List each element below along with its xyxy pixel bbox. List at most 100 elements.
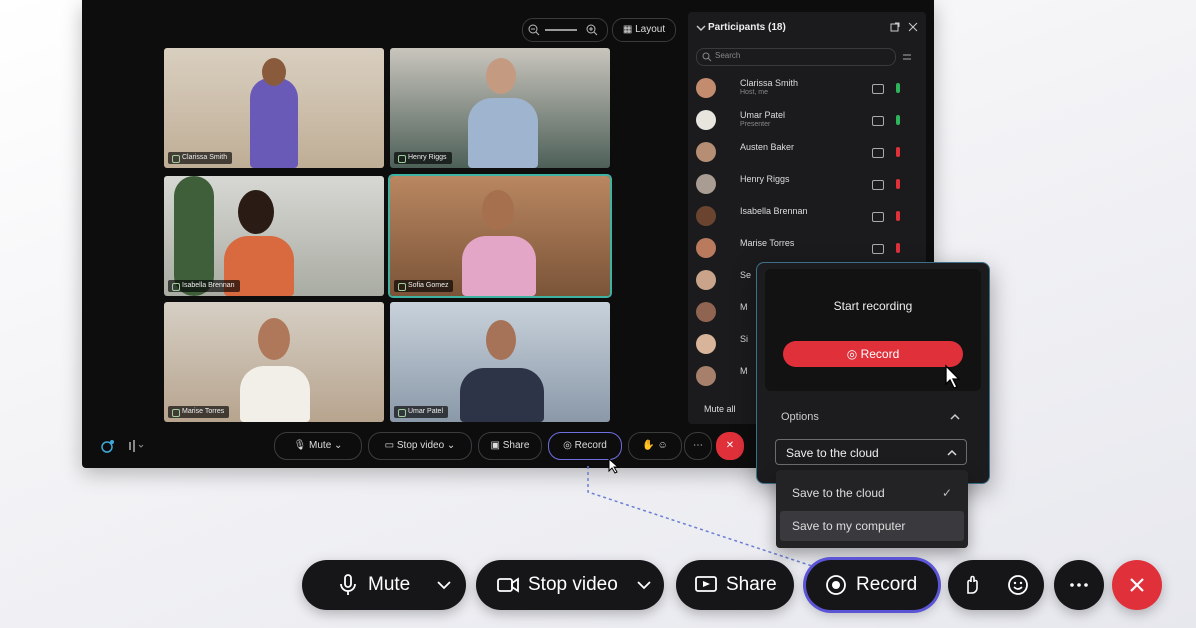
- zoom-out-icon[interactable]: [527, 23, 541, 37]
- search-icon: [702, 52, 712, 62]
- end-call-button[interactable]: ✕: [716, 432, 744, 460]
- close-icon[interactable]: [908, 22, 918, 32]
- participants-title: Participants (18): [708, 22, 786, 33]
- connection-icon[interactable]: [100, 438, 116, 454]
- tile-name-label: Clarissa Smith: [168, 152, 233, 164]
- layout-label: Layout: [635, 24, 666, 35]
- close-icon: [1125, 573, 1149, 597]
- record-button-large[interactable]: Record: [806, 560, 938, 610]
- video-tile[interactable]: Umar Patel: [390, 302, 610, 422]
- sort-icon[interactable]: [902, 52, 912, 62]
- tile-name-label: Sofia Gomez: [394, 280, 454, 292]
- video-icon: [872, 148, 884, 158]
- more-options-button[interactable]: ⋯: [684, 432, 712, 460]
- chevron-down-icon: ⌄: [444, 440, 456, 451]
- avatar: [696, 238, 716, 258]
- participant-row[interactable]: Clarissa Smith Host, me: [696, 74, 916, 102]
- tile-name-label: Marise Torres: [168, 406, 230, 418]
- microphone-icon: [336, 573, 360, 597]
- avatar: [696, 270, 716, 290]
- zoom-control[interactable]: [522, 18, 608, 42]
- participant-row[interactable]: Austen Baker: [696, 138, 916, 166]
- reactions-group[interactable]: ✋ ☺: [628, 432, 682, 460]
- save-location-dropdown: Save to the cloud ✓ Save to my computer: [776, 470, 968, 548]
- checkmark-icon: ✓: [941, 486, 952, 500]
- chevron-down-icon[interactable]: [632, 573, 656, 597]
- participant-row[interactable]: Marise Torres: [696, 234, 916, 262]
- microphone-icon: 🎙: [293, 440, 310, 451]
- share-button-large[interactable]: Share: [676, 560, 794, 610]
- video-tile[interactable]: Clarissa Smith: [164, 48, 384, 168]
- reactions-group-large: [948, 560, 1044, 610]
- avatar: [696, 110, 716, 130]
- chevron-up-icon[interactable]: [949, 411, 961, 423]
- zoom-slider[interactable]: [545, 29, 577, 31]
- popout-icon[interactable]: [890, 22, 900, 32]
- start-record-button[interactable]: ◎ Record: [783, 341, 963, 367]
- video-icon: [872, 244, 884, 254]
- option-save-to-computer[interactable]: Save to my computer: [780, 511, 964, 541]
- avatar: [696, 78, 716, 98]
- video-icon: [872, 84, 884, 94]
- video-icon: [872, 212, 884, 222]
- video-tile[interactable]: Marise Torres: [164, 302, 384, 422]
- mouse-cursor-icon: [944, 364, 962, 390]
- raise-hand-icon[interactable]: [960, 573, 984, 597]
- avatar: [696, 206, 716, 226]
- mic-muted-icon: [896, 211, 900, 221]
- share-screen-icon: [694, 573, 718, 597]
- chevron-down-icon: ⌄: [331, 440, 343, 451]
- avatar: [696, 142, 716, 162]
- tile-name-label: Isabella Brennan: [168, 280, 240, 292]
- chevron-up-icon: [947, 449, 957, 456]
- stop-video-button-large[interactable]: Stop video: [476, 560, 664, 610]
- option-save-to-cloud[interactable]: Save to the cloud ✓: [780, 478, 964, 508]
- avatar: [696, 366, 716, 386]
- video-camera-icon: [496, 573, 520, 597]
- share-screen-icon: ▣: [490, 440, 503, 451]
- audio-settings-icon[interactable]: [128, 438, 146, 454]
- avatar: [696, 174, 716, 194]
- video-camera-icon: ▭: [384, 440, 397, 451]
- mic-icon: [896, 83, 900, 93]
- more-icon: [1067, 573, 1091, 597]
- record-icon: ◎: [846, 347, 861, 361]
- video-tile-active-speaker[interactable]: Sofia Gomez: [390, 176, 610, 296]
- mute-all-button[interactable]: Mute all: [704, 404, 736, 414]
- mic-icon: [896, 115, 900, 125]
- save-location-select[interactable]: Save to the cloud: [775, 439, 967, 465]
- record-icon: ◎: [563, 440, 575, 451]
- video-tile[interactable]: Henry Riggs: [390, 48, 610, 168]
- close-icon: ✕: [725, 440, 735, 451]
- video-icon: [872, 116, 884, 126]
- mic-muted-icon: [896, 179, 900, 189]
- end-call-button-large[interactable]: [1112, 560, 1162, 610]
- options-label: Options: [781, 411, 819, 423]
- record-icon: [824, 573, 848, 597]
- participant-row[interactable]: Isabella Brennan: [696, 202, 916, 230]
- layout-button[interactable]: ▦ Layout: [612, 18, 676, 42]
- participant-row[interactable]: Umar Patel Presenter: [696, 106, 916, 134]
- mouse-cursor-icon: [608, 458, 620, 474]
- tile-name-label: Umar Patel: [394, 406, 449, 418]
- chevron-down-icon[interactable]: [432, 573, 456, 597]
- more-icon: ⋯: [693, 440, 703, 451]
- video-tile[interactable]: Isabella Brennan: [164, 176, 384, 296]
- video-icon: [872, 180, 884, 190]
- raise-hand-icon: ✋: [642, 440, 655, 451]
- mute-button[interactable]: 🎙 Mute ⌄: [274, 432, 362, 460]
- participant-row[interactable]: Henry Riggs: [696, 170, 916, 198]
- record-button[interactable]: ◎ Record: [548, 432, 622, 460]
- tile-name-label: Henry Riggs: [394, 152, 452, 164]
- share-button[interactable]: ▣ Share: [478, 432, 542, 460]
- mute-button-large[interactable]: Mute: [302, 560, 466, 610]
- start-recording-title: Start recording: [833, 299, 913, 313]
- participant-search-input[interactable]: Search: [696, 48, 896, 66]
- zoom-in-icon[interactable]: [585, 23, 599, 37]
- more-options-button-large[interactable]: [1054, 560, 1104, 610]
- collapse-chevron-icon[interactable]: [696, 24, 706, 32]
- avatar: [696, 302, 716, 322]
- stop-video-button[interactable]: ▭ Stop video ⌄: [368, 432, 472, 460]
- layout-icon: ▦: [622, 24, 636, 35]
- emoji-reaction-icon[interactable]: [1006, 573, 1030, 597]
